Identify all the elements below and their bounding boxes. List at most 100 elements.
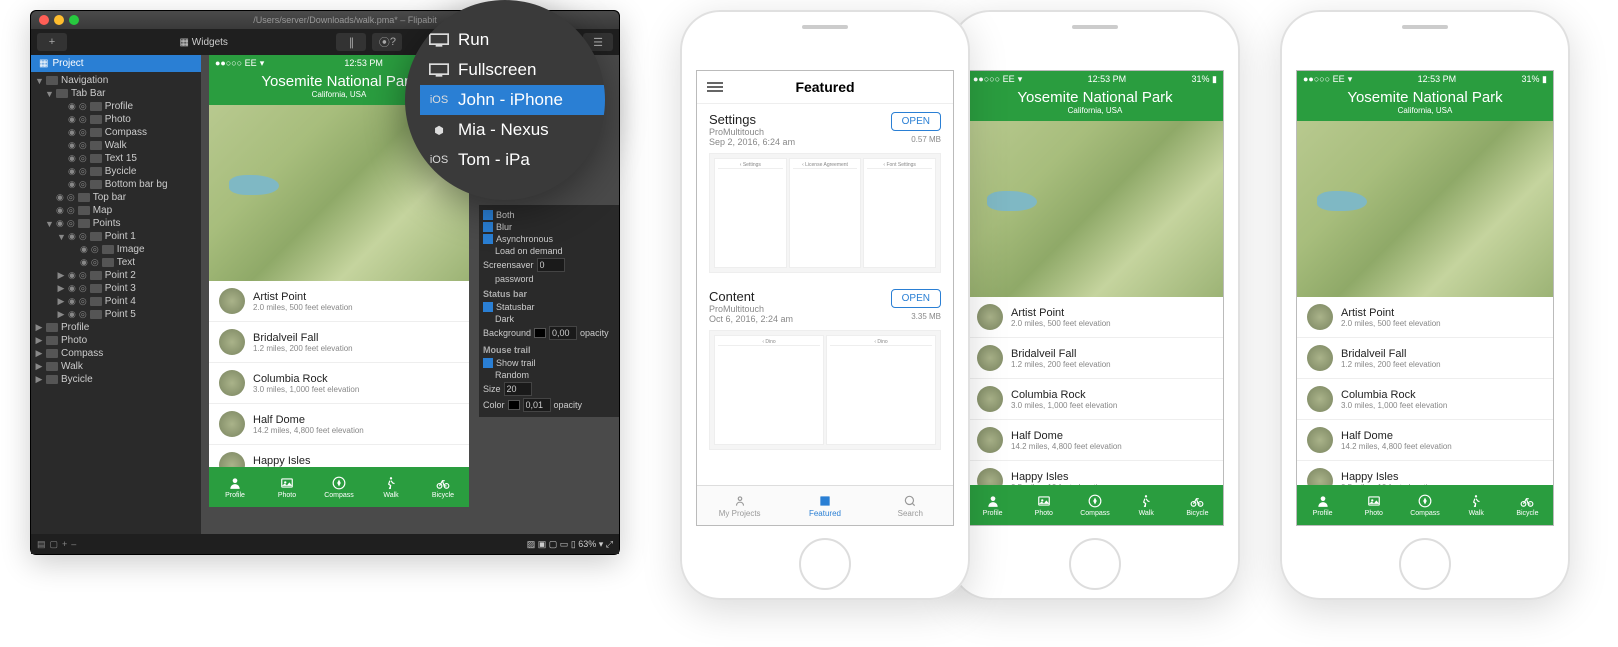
tab-compass[interactable]: Compass	[1069, 485, 1120, 525]
point-row[interactable]: Artist Point2.0 miles, 500 feet elevatio…	[967, 297, 1223, 338]
run-target-item[interactable]: Fullscreen	[420, 55, 605, 85]
tree-item[interactable]: ▶Compass	[31, 347, 201, 360]
close-icon[interactable]	[39, 15, 49, 25]
tab-bicycle[interactable]: Bicycle	[417, 467, 469, 507]
run-target-item[interactable]: Run	[420, 25, 605, 55]
compass-icon	[1086, 494, 1104, 509]
open-button[interactable]: OPEN	[891, 289, 941, 308]
tab-profile[interactable]: Profile	[209, 467, 261, 507]
pause-button[interactable]: ∥	[336, 33, 366, 51]
open-button[interactable]: OPEN	[891, 112, 941, 131]
tab-profile[interactable]: Profile	[1297, 485, 1348, 525]
tree-item[interactable]: ▼Tab Bar	[31, 87, 201, 100]
tab-walk[interactable]: Walk	[365, 467, 417, 507]
bottom-tab[interactable]: Search	[868, 486, 953, 525]
point-row[interactable]: Columbia Rock3.0 miles, 1,000 feet eleva…	[209, 363, 469, 404]
bottom-tab[interactable]: My Projects	[697, 486, 782, 525]
zoom-icon[interactable]	[69, 15, 79, 25]
tab-photo[interactable]: Photo	[1018, 485, 1069, 525]
tree-item[interactable]: ▶Bycicle	[31, 373, 201, 386]
featured-card: SettingsProMultitouchSep 2, 2016, 6:24 a…	[697, 104, 953, 281]
tree-item[interactable]: ▶Photo	[31, 334, 201, 347]
tab-compass[interactable]: Compass	[313, 467, 365, 507]
minimize-icon[interactable]	[54, 15, 64, 25]
project-tab[interactable]: ▦ Project	[31, 55, 201, 72]
tree-item[interactable]: ▼Navigation	[31, 74, 201, 87]
point-row[interactable]: Half Dome14.2 miles, 4,800 feet elevatio…	[967, 420, 1223, 461]
point-thumbnail	[1307, 345, 1333, 371]
help-button[interactable]: ⦿?	[372, 33, 402, 51]
tab-bicycle[interactable]: Bicycle	[1172, 485, 1223, 525]
tab-photo[interactable]: Photo	[261, 467, 313, 507]
tree-item[interactable]: ▼◉ ◎Point 1	[31, 230, 201, 243]
tree-item[interactable]: ▶◉ ◎Point 5	[31, 308, 201, 321]
compass-icon	[1416, 494, 1434, 509]
tree-item[interactable]: ▶◉ ◎Point 3	[31, 282, 201, 295]
widgets-label: ▦ Widgets	[180, 37, 228, 48]
point-thumbnail	[1307, 304, 1333, 330]
point-thumbnail	[1307, 427, 1333, 453]
tab-compass[interactable]: Compass	[1399, 485, 1450, 525]
point-row[interactable]: Half Dome14.2 miles, 4,800 feet elevatio…	[1297, 420, 1553, 461]
ios-statusbar: ●●○○○ EE ▾ 12:53 PM 31% ▮	[967, 71, 1223, 87]
bottom-tab-bar: My ProjectsFeaturedSearch	[697, 485, 953, 525]
tab-profile[interactable]: Profile	[967, 485, 1018, 525]
tab-walk[interactable]: Walk	[1451, 485, 1502, 525]
profile-icon	[226, 476, 244, 491]
tree-item[interactable]: ◉ ◎Profile	[31, 100, 201, 113]
tree-item[interactable]: ▼◉ ◎Points	[31, 217, 201, 230]
run-target-item[interactable]: iOSJohn - iPhone	[420, 85, 605, 115]
featured-card: ContentProMultitouchOct 6, 2016, 2:24 am…	[697, 281, 953, 458]
tree-item[interactable]: ◉ ◎Text 15	[31, 152, 201, 165]
profile-icon	[1314, 494, 1332, 509]
tree-item[interactable]: ◉ ◎Top bar	[31, 191, 201, 204]
featured-cards: SettingsProMultitouchSep 2, 2016, 6:24 a…	[697, 104, 953, 458]
tree-item[interactable]: ◉ ◎Photo	[31, 113, 201, 126]
tree-item[interactable]: ◉ ◎Walk	[31, 139, 201, 152]
photo-icon	[278, 476, 296, 491]
layers-icon[interactable]: ▤	[37, 539, 46, 550]
point-row[interactable]: Artist Point2.0 miles, 500 feet elevatio…	[209, 281, 469, 322]
run-target-item[interactable]: ⬢Mia - Nexus	[420, 115, 605, 145]
tab-walk[interactable]: Walk	[1121, 485, 1172, 525]
tab-photo[interactable]: Photo	[1348, 485, 1399, 525]
page-title: Featured	[723, 79, 927, 95]
point-thumbnail	[219, 411, 245, 437]
point-row[interactable]: Artist Point2.0 miles, 500 feet elevatio…	[1297, 297, 1553, 338]
tree-item[interactable]: ◉ ◎Map	[31, 204, 201, 217]
point-row[interactable]: Columbia Rock3.0 miles, 1,000 feet eleva…	[1297, 379, 1553, 420]
layer-tree: ▼Navigation▼Tab Bar◉ ◎Profile◉ ◎Photo◉ ◎…	[31, 72, 201, 534]
tree-item[interactable]: ◉ ◎Bycicle	[31, 165, 201, 178]
bottom-tab[interactable]: Featured	[782, 486, 867, 525]
point-row[interactable]: Half Dome14.2 miles, 4,800 feet elevatio…	[209, 404, 469, 445]
point-row[interactable]: Columbia Rock3.0 miles, 1,000 feet eleva…	[967, 379, 1223, 420]
map-view[interactable]	[967, 121, 1223, 297]
tree-item[interactable]: ◉ ◎Compass	[31, 126, 201, 139]
run-target-item[interactable]: iOSTom - iPa	[420, 145, 605, 175]
tree-item[interactable]: ▶Walk	[31, 360, 201, 373]
map-view[interactable]	[1297, 121, 1553, 297]
menu-icon[interactable]	[707, 82, 723, 92]
bicycle-icon	[1188, 494, 1206, 509]
point-thumbnail	[219, 288, 245, 314]
tree-item[interactable]: ▶◉ ◎Point 4	[31, 295, 201, 308]
tab-bicycle[interactable]: Bicycle	[1502, 485, 1553, 525]
point-row[interactable]: Bridalveil Fall1.2 miles, 200 feet eleva…	[209, 322, 469, 363]
compass-icon	[330, 476, 348, 491]
card-screenshots: ‹ Dino‹ Dino	[709, 330, 941, 450]
point-row[interactable]: Bridalveil Fall1.2 miles, 200 feet eleva…	[967, 338, 1223, 379]
tree-item[interactable]: ◉ ◎Bottom bar bg	[31, 178, 201, 191]
points-list: Artist Point2.0 miles, 500 feet elevatio…	[209, 281, 469, 486]
tree-item[interactable]: ▶Profile	[31, 321, 201, 334]
tree-item[interactable]: ▶◉ ◎Point 2	[31, 269, 201, 282]
point-thumbnail	[977, 427, 1003, 453]
folder-icon[interactable]: ▢	[50, 539, 59, 550]
screensaver-input[interactable]	[537, 258, 565, 272]
add-button[interactable]: +	[37, 33, 67, 51]
android-icon: ⬢	[428, 122, 450, 138]
point-thumbnail	[977, 345, 1003, 371]
point-row[interactable]: Bridalveil Fall1.2 miles, 200 feet eleva…	[1297, 338, 1553, 379]
tree-item[interactable]: ◉ ◎Text	[31, 256, 201, 269]
point-thumbnail	[977, 386, 1003, 412]
tree-item[interactable]: ◉ ◎Image	[31, 243, 201, 256]
